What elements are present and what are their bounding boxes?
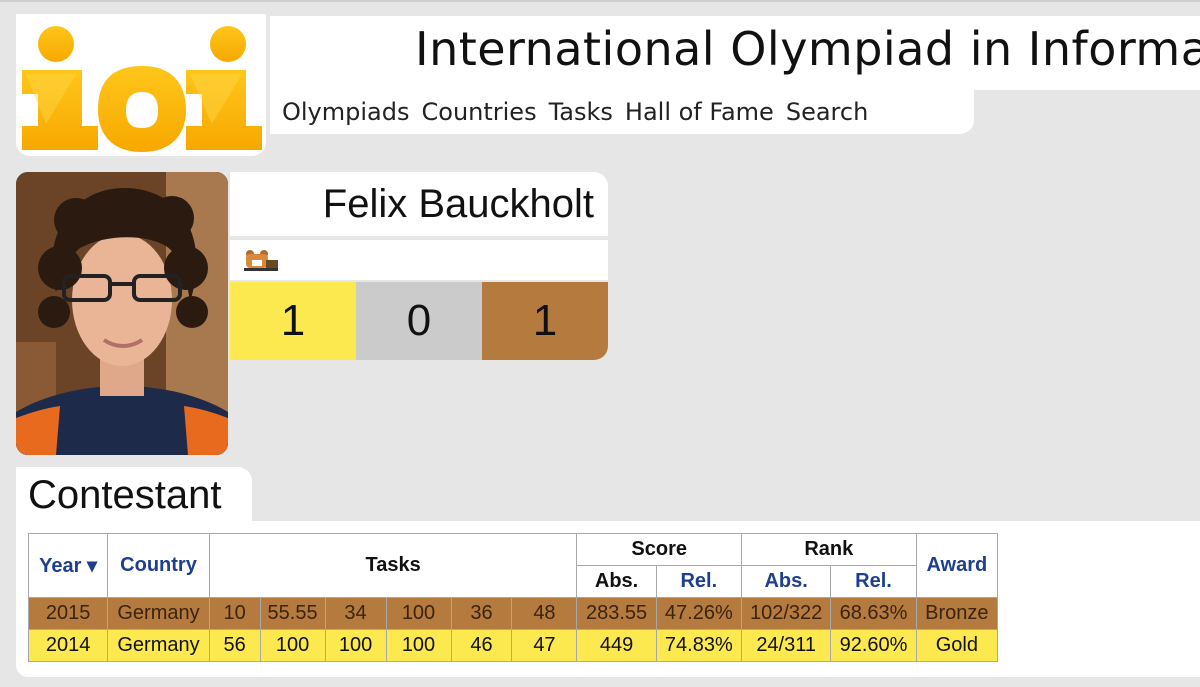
task-score-cell: 48 [511, 597, 578, 630]
title-bar: International Olympiad in Informat [270, 16, 1200, 90]
section-tab: Contestant [16, 467, 252, 527]
nav-search[interactable]: Search [786, 98, 868, 126]
tasks-column-header: Tasks [208, 533, 578, 598]
medal-count-row: 1 0 1 [230, 282, 608, 360]
score-rel-cell: 74.83% [655, 629, 742, 662]
task-score-cell: 100 [385, 597, 452, 630]
flag-row [230, 240, 608, 280]
task-score-cell: 10 [208, 597, 261, 630]
score-abs-header: Abs. [576, 565, 657, 598]
avatar [16, 172, 228, 455]
task-score-cell: 46 [450, 629, 513, 662]
results-table: Year ▾ Country Tasks Score Rank Award Ab… [27, 533, 999, 662]
award-column-header[interactable]: Award [915, 533, 999, 598]
nav-hall-of-fame[interactable]: Hall of Fame [625, 98, 774, 126]
gold-medal-count: 1 [230, 282, 356, 360]
task-score-cell: 36 [450, 597, 513, 630]
year-column-header[interactable]: Year ▾ [27, 533, 109, 598]
rank-abs-header[interactable]: Abs. [740, 565, 832, 598]
rank-rel-cell: 68.63% [830, 597, 917, 630]
score-column-header: Score [576, 533, 742, 566]
country-cell[interactable]: Germany [107, 629, 210, 662]
section-title: Contestant [28, 473, 222, 517]
year-cell[interactable]: 2014 [27, 629, 109, 662]
name-card: Felix Bauckholt [230, 172, 608, 236]
site-title: International Olympiad in Informat [415, 22, 1200, 76]
rank-abs-cell: 102/322 [740, 597, 832, 630]
bronze-medal-count: 1 [482, 282, 608, 360]
award-cell: Gold [915, 629, 999, 662]
rank-abs-cell: 24/311 [740, 629, 832, 662]
rank-column-header: Rank [740, 533, 917, 566]
score-abs-cell: 283.55 [576, 597, 657, 630]
task-score-cell: 56 [208, 629, 261, 662]
task-score-cell: 34 [324, 597, 387, 630]
score-abs-cell: 449 [576, 629, 657, 662]
rank-rel-cell: 92.60% [830, 629, 917, 662]
score-rel-cell: 47.26% [655, 597, 742, 630]
person-name: Felix Bauckholt [322, 182, 594, 226]
task-score-cell: 100 [259, 629, 326, 662]
task-score-cell: 55.55 [259, 597, 326, 630]
silver-medal-count: 0 [356, 282, 482, 360]
table-row: 2015 Germany 10 55.55 34 100 36 48 283.5… [27, 597, 999, 630]
task-score-cell: 100 [324, 629, 387, 662]
task-score-cell: 47 [511, 629, 578, 662]
rank-rel-header[interactable]: Rel. [830, 565, 917, 598]
ioi-logo-icon [22, 26, 262, 152]
nav-countries[interactable]: Countries [422, 98, 537, 126]
award-cell: Bronze [915, 597, 999, 630]
main-nav: Olympiads Countries Tasks Hall of Fame S… [270, 90, 974, 134]
nav-tasks[interactable]: Tasks [549, 98, 613, 126]
nav-olympiads[interactable]: Olympiads [282, 98, 410, 126]
score-rel-header[interactable]: Rel. [655, 565, 742, 598]
year-cell[interactable]: 2015 [27, 597, 109, 630]
ioi-logo[interactable] [16, 14, 266, 156]
flag-icon [244, 250, 278, 271]
country-column-header[interactable]: Country [107, 533, 210, 598]
country-cell[interactable]: Germany [107, 597, 210, 630]
table-row: 2014 Germany 56 100 100 100 46 47 449 74… [27, 629, 999, 662]
task-score-cell: 100 [385, 629, 452, 662]
